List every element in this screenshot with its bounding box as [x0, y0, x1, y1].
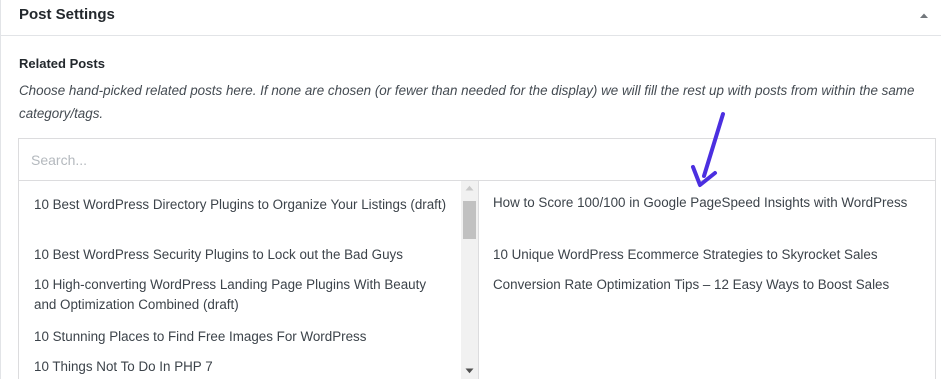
- metabox-header[interactable]: Post Settings: [1, 0, 941, 36]
- post-list-item[interactable]: 10 Unique WordPress Ecommerce Strategies…: [479, 245, 935, 265]
- scrollbar[interactable]: [461, 181, 478, 379]
- triangle-up-icon[interactable]: [918, 10, 930, 22]
- related-posts-heading: Related Posts: [19, 56, 105, 71]
- scroll-down-icon[interactable]: [461, 364, 478, 379]
- post-list-item[interactable]: 10 Best WordPress Security Plugins to Lo…: [19, 245, 461, 265]
- selected-posts-column[interactable]: How to Score 100/100 in Google PageSpeed…: [479, 181, 935, 379]
- related-posts-description: Choose hand-picked related posts here. I…: [19, 83, 915, 121]
- metabox-title: Post Settings: [19, 6, 115, 23]
- related-posts-picker: 10 Best WordPress Directory Plugins to O…: [18, 138, 936, 379]
- post-list-item[interactable]: 10 Things Not To Do In PHP 7: [19, 357, 461, 377]
- post-list-item[interactable]: How to Score 100/100 in Google PageSpeed…: [479, 193, 935, 213]
- post-list-item[interactable]: Conversion Rate Optimization Tips – 12 E…: [479, 275, 935, 295]
- available-posts-column[interactable]: 10 Best WordPress Directory Plugins to O…: [19, 181, 479, 379]
- post-settings-metabox: Post Settings Related Posts Choose hand-…: [0, 0, 941, 379]
- scroll-up-icon[interactable]: [461, 181, 478, 197]
- post-list-item[interactable]: 10 Best WordPress Directory Plugins to O…: [19, 195, 461, 215]
- search-input[interactable]: [19, 139, 935, 181]
- scrollbar-thumb[interactable]: [463, 201, 476, 239]
- post-list-item[interactable]: 10 High-converting WordPress Landing Pag…: [19, 275, 461, 315]
- post-list-item[interactable]: 10 Stunning Places to Find Free Images F…: [19, 327, 461, 347]
